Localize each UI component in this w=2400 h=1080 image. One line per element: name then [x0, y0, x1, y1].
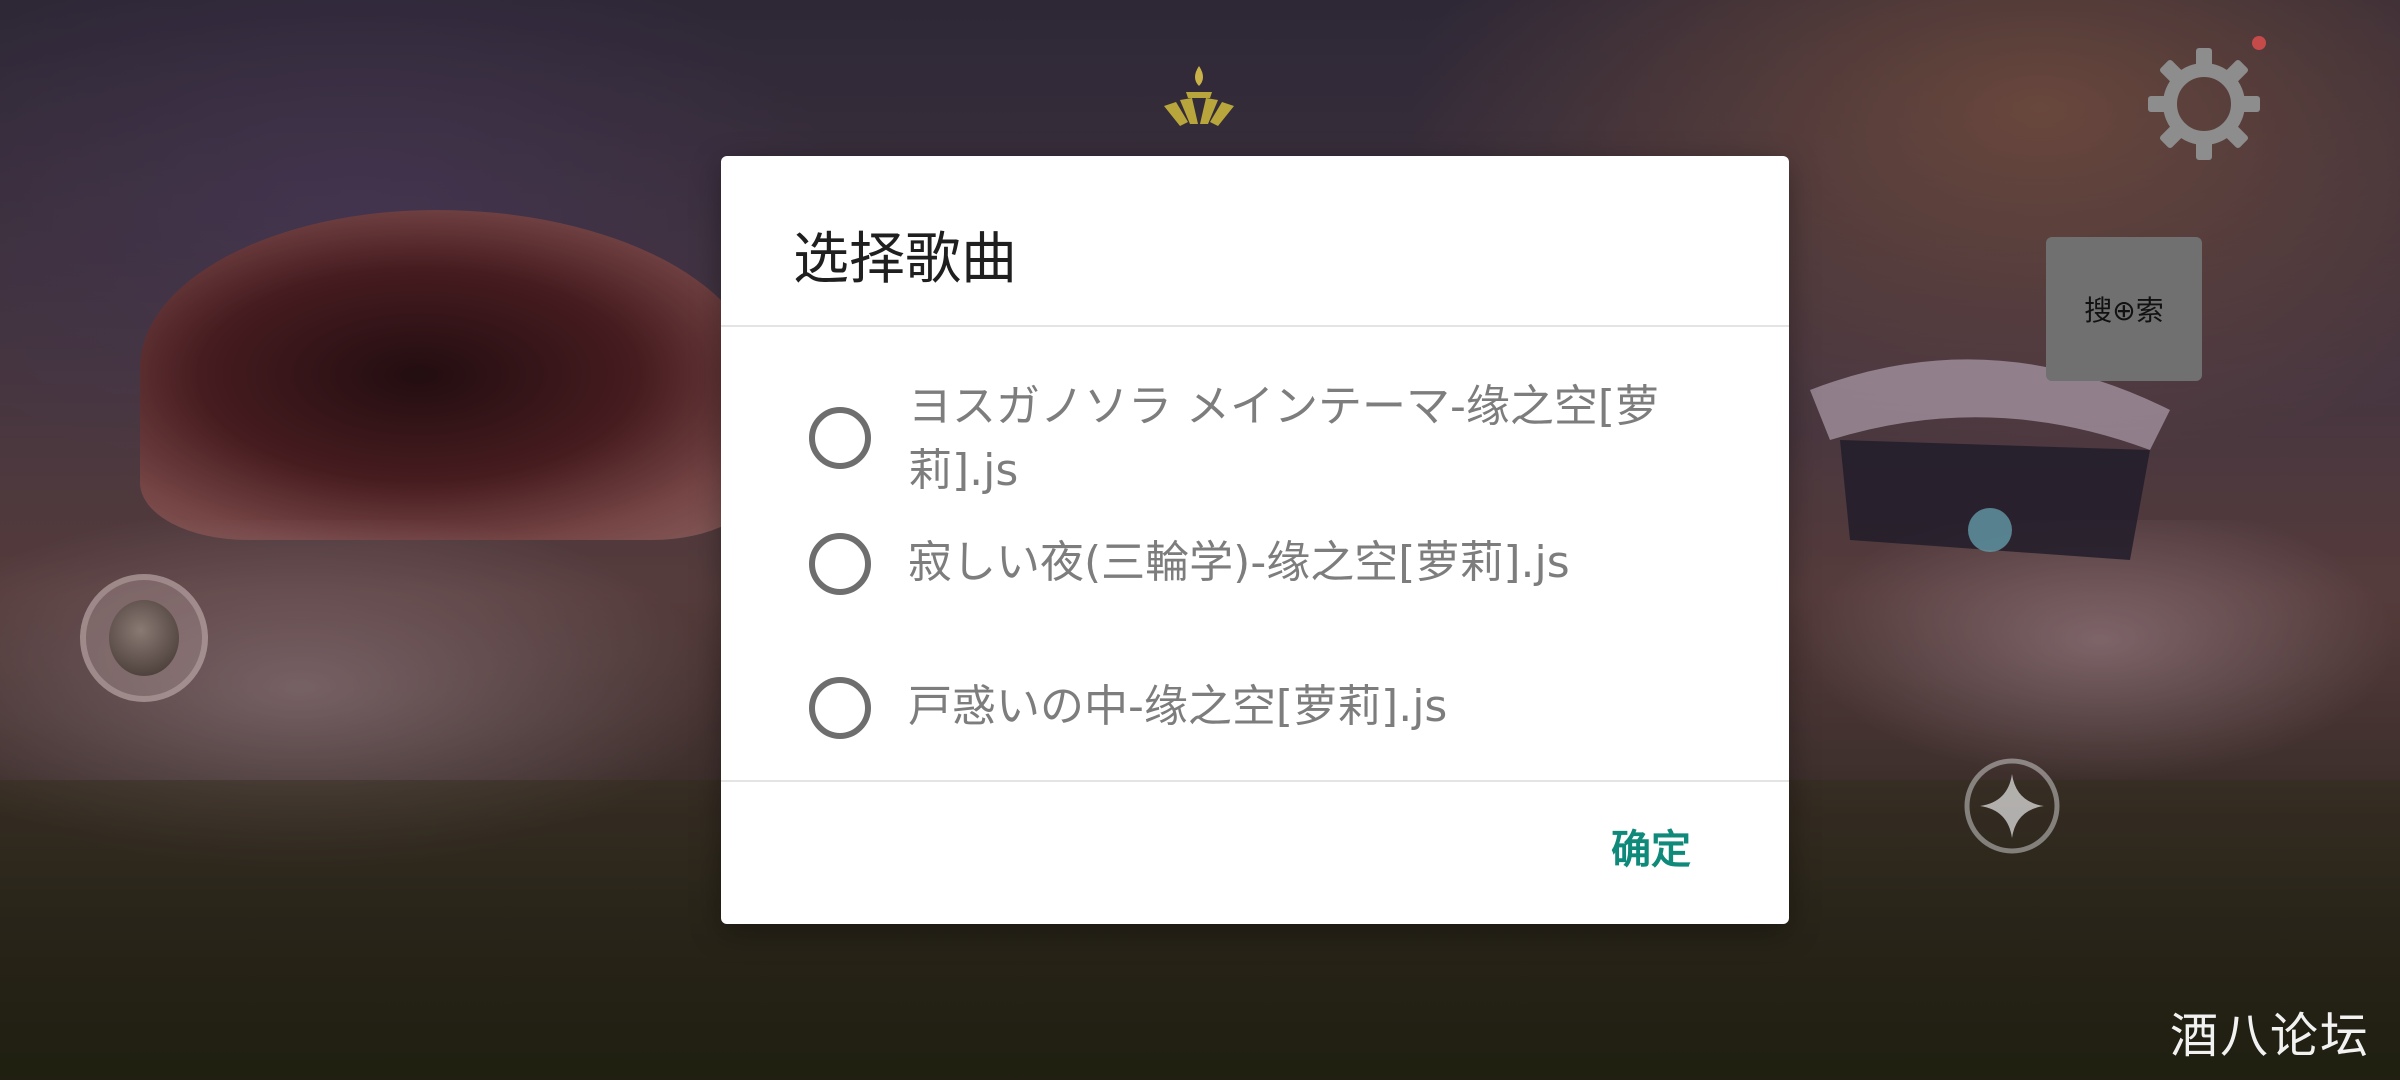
radio-button[interactable]: [809, 533, 871, 595]
dialog-title: 选择歌曲: [793, 227, 1017, 292]
settings-button[interactable]: [2142, 36, 2266, 166]
song-label: 戸惑いの中-缘之空[萝莉].js: [908, 681, 1448, 732]
song-select-dialog: 选择歌曲 ヨスガノソラ メインテーマ-缘之空[萝莉].js 寂しい夜(三輪学)-…: [721, 156, 1789, 924]
search-button[interactable]: 搜⊕索: [2046, 237, 2202, 381]
radio-button[interactable]: [809, 407, 871, 469]
notification-dot: [2252, 36, 2266, 50]
settings-gear-icon: [2148, 48, 2260, 160]
confirm-button[interactable]: 确定: [1611, 830, 1691, 870]
radio-button[interactable]: [809, 677, 871, 739]
dialog-divider-bottom: [721, 780, 1789, 782]
search-button-label: 搜⊕索: [2084, 294, 2164, 327]
song-label: ヨスガノソラ メインテーマ-缘之空[萝莉].js: [908, 381, 1660, 496]
emote-icon: [109, 600, 179, 676]
song-label: 寂しい夜(三輪学)-缘之空[萝莉].js: [908, 537, 1570, 588]
star-button[interactable]: [1962, 756, 2062, 856]
list-item[interactable]: 寂しい夜(三輪学)-缘之空[萝莉].js: [721, 523, 1789, 619]
list-item[interactable]: 戸惑いの中-缘之空[萝莉].js: [721, 667, 1789, 763]
star-icon: [1980, 774, 2044, 838]
list-item[interactable]: ヨスガノソラ メインテーマ-缘之空[萝莉].js: [721, 363, 1789, 513]
watermark: 酒八论坛: [2169, 1008, 2370, 1064]
candle-icon[interactable]: [1158, 62, 1240, 132]
emote-button[interactable]: [80, 574, 208, 702]
